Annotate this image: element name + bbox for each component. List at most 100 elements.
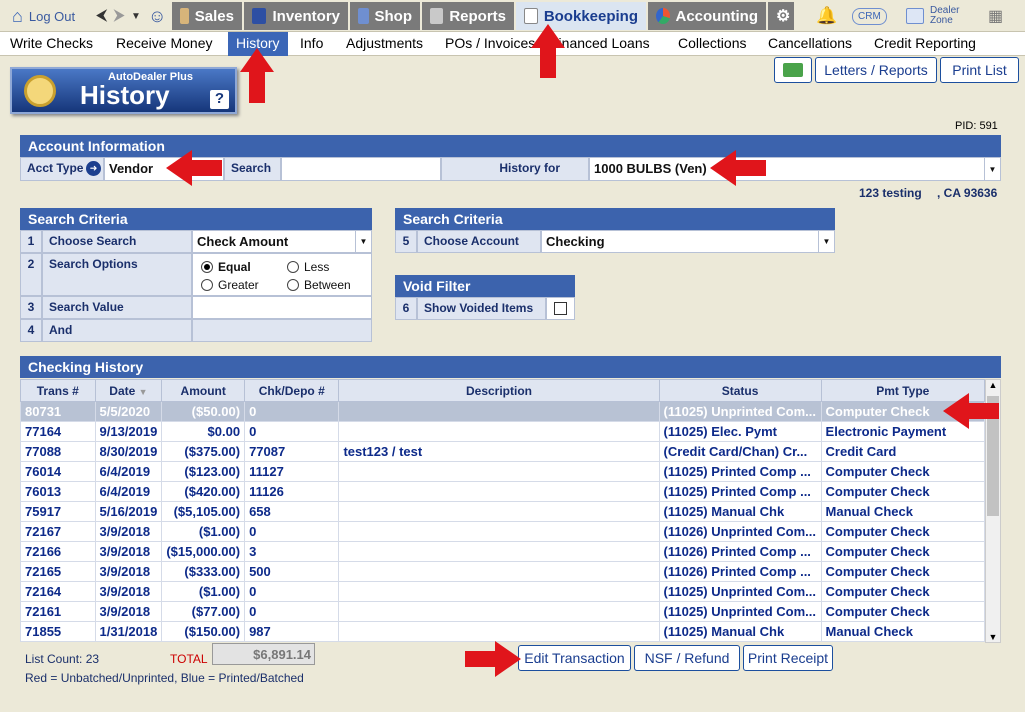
and-label: And [42, 319, 192, 342]
table-cell: Computer Check [820, 601, 986, 622]
subnav-adjustments[interactable]: Adjustments [346, 35, 423, 51]
table-cell [338, 521, 660, 542]
letters-reports-button[interactable]: Letters / Reports [815, 57, 937, 83]
table-row[interactable]: 75917 5/16/2019 ($5,105.00) 658 (11025) Manu… [20, 501, 986, 522]
table-cell: test123 / test [338, 441, 660, 462]
table-cell: 3/9/2018 [94, 561, 163, 582]
search-label: Search [224, 157, 281, 181]
calculator-icon[interactable]: ▦ [980, 2, 1011, 30]
bell-icon[interactable]: 🔔 [808, 2, 845, 30]
table-cell: ($420.00) [161, 481, 246, 502]
choose-account-select[interactable]: Checking ▼ [541, 230, 835, 253]
subnav-receive-money[interactable]: Receive Money [116, 35, 213, 51]
table-cell: 0 [244, 421, 340, 442]
option-equal[interactable]: Equal [201, 260, 251, 274]
export-button[interactable] [774, 57, 812, 83]
forward-arrow-icon[interactable]: ⮞ [113, 7, 125, 25]
table-cell: 11126 [244, 481, 340, 502]
show-voided-field [546, 297, 575, 320]
void-filter-header: Void Filter [395, 275, 575, 297]
subnav-history[interactable]: History [228, 32, 288, 56]
table-cell: 1/31/2018 [94, 621, 163, 642]
help-icon[interactable]: ? [210, 90, 229, 109]
choose-search-select[interactable]: Check Amount ▼ [192, 230, 372, 253]
settings-icon[interactable]: ⚙ [768, 2, 794, 30]
subnav-cancellations[interactable]: Cancellations [768, 35, 852, 51]
logout-button[interactable]: ⌂ Log Out [4, 2, 83, 30]
tab-reports[interactable]: Reports [422, 2, 514, 30]
col-description[interactable]: Description [338, 379, 660, 402]
col-pmt-type[interactable]: Pmt Type [820, 379, 986, 402]
search-value-input[interactable] [192, 296, 372, 319]
chevron-down-icon[interactable]: ▼ [984, 158, 1000, 180]
table-cell: 80731 [20, 401, 96, 422]
table-row[interactable]: 72164 3/9/2018 ($1.00) 0 (11025) Unprinted C… [20, 581, 986, 602]
dealer-zone-icon [906, 8, 924, 24]
table-row[interactable]: 77088 8/30/2019 ($375.00) 77087 test123 / te… [20, 441, 986, 462]
city-line: , CA 93636 [937, 186, 998, 200]
subnav-pos-invoices[interactable]: POs / Invoices [445, 35, 535, 51]
user-icon[interactable]: ☺ [140, 2, 174, 30]
table-row[interactable]: 72165 3/9/2018 ($333.00) 500 (11026) Printed… [20, 561, 986, 582]
table-row[interactable]: 72167 3/9/2018 ($1.00) 0 (11026) Unprinted C… [20, 521, 986, 542]
subnav-financed-loans[interactable]: Financed Loans [550, 35, 650, 51]
table-row[interactable]: 76013 6/4/2019 ($420.00) 11126 (11025) Print… [20, 481, 986, 502]
tab-sales[interactable]: Sales [172, 2, 242, 30]
subnav-info[interactable]: Info [300, 35, 323, 51]
table-row[interactable]: 76014 6/4/2019 ($123.00) 11127 (11025) Print… [20, 461, 986, 482]
history-for-select[interactable]: 1000 BULBS (Ven) ▼ [589, 157, 1001, 181]
scroll-thumb[interactable] [987, 396, 999, 516]
col-trans[interactable]: Trans # [20, 379, 96, 402]
crm-button[interactable]: CRM [844, 2, 895, 30]
table-row[interactable]: 71855 1/31/2018 ($150.00) 987 (11025) Manual… [20, 621, 986, 642]
nsf-refund-button[interactable]: NSF / Refund [634, 645, 740, 671]
radio-icon [287, 261, 299, 273]
table-cell: 75917 [20, 501, 96, 522]
table-row[interactable]: 72166 3/9/2018 ($15,000.00) 3 (11026) Printe… [20, 541, 986, 562]
bookkeeping-subnav: Write Checks Receive Money History Info … [0, 32, 1025, 56]
tab-shop[interactable]: Shop [350, 2, 420, 30]
option-less[interactable]: Less [287, 260, 329, 274]
col-chk-depo[interactable]: Chk/Depo # [244, 379, 340, 402]
folder-icon [783, 63, 803, 77]
tab-bookkeeping[interactable]: Bookkeeping [516, 2, 646, 30]
subnav-collections[interactable]: Collections [678, 35, 746, 51]
table-cell: 3 [244, 541, 340, 562]
table-row[interactable]: 80731 5/5/2020 ($50.00) 0 (11025) Unprinted … [20, 401, 986, 422]
show-voided-checkbox[interactable] [554, 302, 567, 315]
table-cell [338, 561, 660, 582]
search-input[interactable] [281, 157, 441, 181]
scroll-down-icon[interactable]: ▼ [986, 632, 1000, 642]
col-amount[interactable]: Amount [161, 379, 246, 402]
radio-icon [287, 279, 299, 291]
subnav-credit-reporting[interactable]: Credit Reporting [874, 35, 976, 51]
table-row[interactable]: 77164 9/13/2019 $0.00 0 (11025) Elec. Pymt El… [20, 421, 986, 442]
search-options-label: Search Options [42, 253, 192, 296]
tab-inventory[interactable]: Inventory [244, 2, 348, 30]
print-receipt-button[interactable]: Print Receipt [743, 645, 833, 671]
chevron-down-icon[interactable]: ▼ [355, 231, 371, 252]
and-value-input[interactable] [192, 319, 372, 342]
tab-accounting[interactable]: Accounting [648, 2, 766, 30]
col-date[interactable]: Date ▼ [94, 379, 163, 402]
col-status[interactable]: Status [658, 379, 822, 402]
table-cell: ($150.00) [161, 621, 246, 642]
table-cell: Electronic Payment [820, 421, 986, 442]
table-cell: 72161 [20, 601, 96, 622]
edit-transaction-button[interactable]: Edit Transaction [518, 645, 631, 671]
scroll-up-icon[interactable]: ▲ [986, 380, 1000, 390]
print-list-button[interactable]: Print List [940, 57, 1019, 83]
dealer-zone-button[interactable]: Dealer Zone [898, 2, 978, 30]
car-icon [252, 8, 267, 24]
table-cell: ($333.00) [161, 561, 246, 582]
option-greater[interactable]: Greater [201, 278, 259, 292]
subnav-write-checks[interactable]: Write Checks [10, 35, 93, 51]
acct-type-cycle-icon[interactable]: ➜ [86, 161, 101, 176]
back-arrow-icon[interactable]: ⮜ [96, 7, 107, 25]
option-between[interactable]: Between [287, 278, 351, 292]
acct-type-value[interactable]: Vendor [104, 157, 224, 181]
table-scrollbar[interactable]: ▲ ▼ [985, 379, 1001, 643]
table-cell: (11025) Elec. Pymt [658, 421, 822, 442]
table-row[interactable]: 72161 3/9/2018 ($77.00) 0 (11025) Unprinted … [20, 601, 986, 622]
chevron-down-icon[interactable]: ▼ [818, 231, 834, 252]
